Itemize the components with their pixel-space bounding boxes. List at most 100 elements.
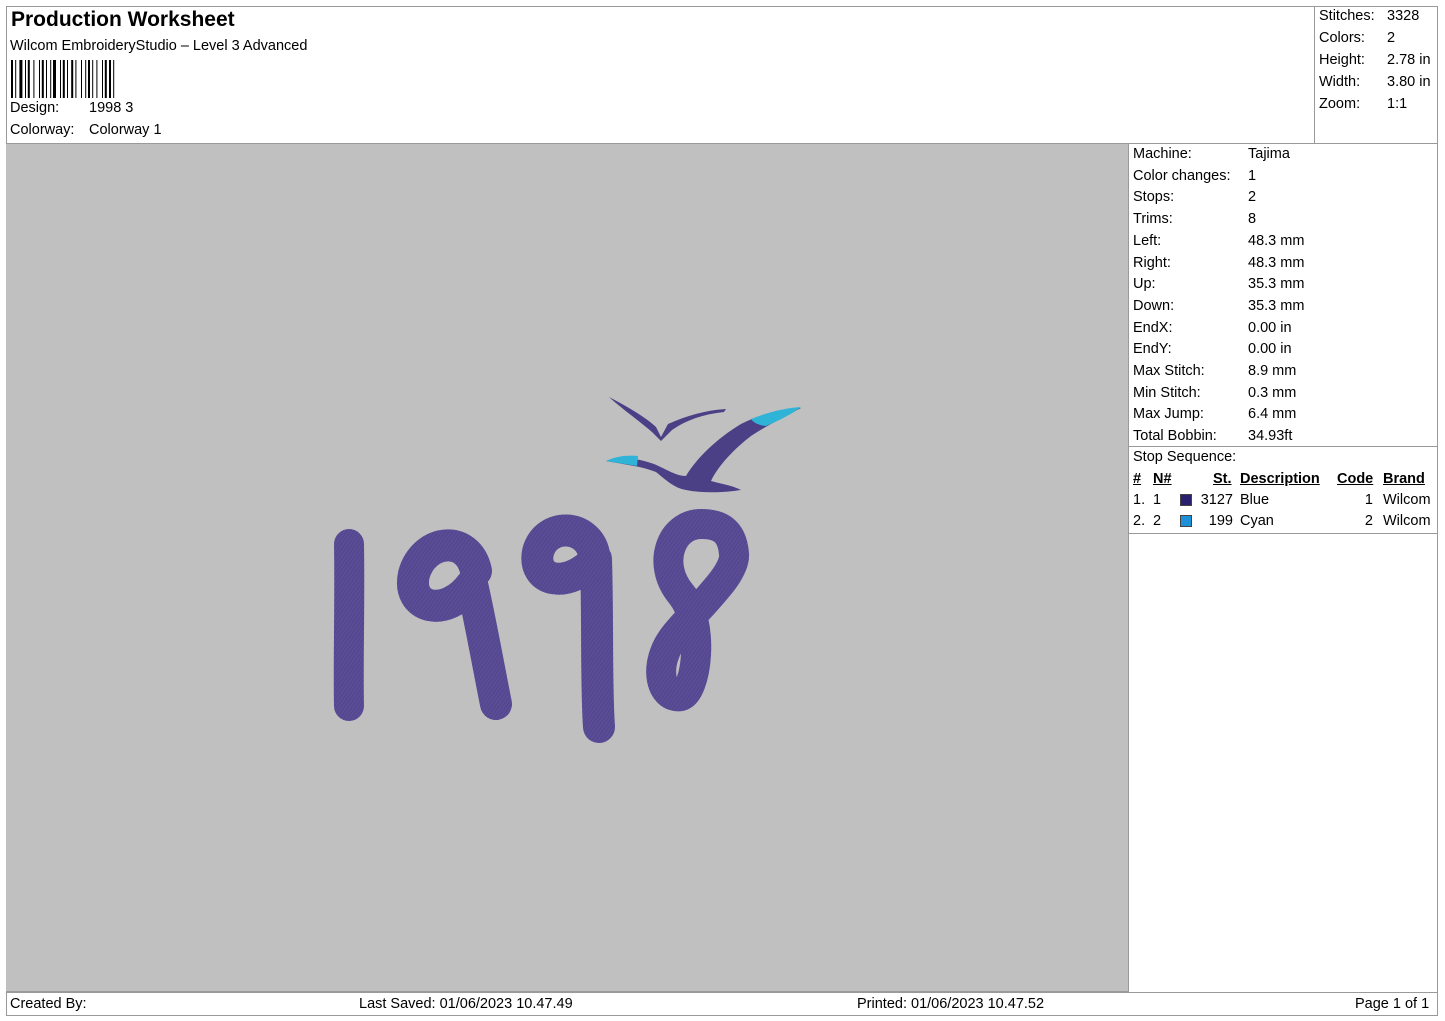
width-label: Width: <box>1319 74 1361 90</box>
seq-index: 2. <box>1133 513 1146 529</box>
seq-code: 1 <box>1364 492 1373 508</box>
machine-info-row: Down: 35.3 mm <box>1133 298 1304 314</box>
digit-nine-first <box>397 529 512 720</box>
info-value: 0.00 in <box>1248 341 1292 358</box>
col-index: # <box>1133 471 1142 487</box>
info-label: Up: <box>1133 276 1156 293</box>
created-by: Created By: <box>10 996 87 1012</box>
info-label: Right: <box>1133 254 1171 271</box>
worksheet-footer: Created By: Last Saved: 01/06/2023 10.47… <box>6 992 1438 1016</box>
info-value: 8 <box>1248 211 1257 228</box>
digit-eight <box>646 509 749 712</box>
colorway-label: Colorway: <box>10 122 75 138</box>
design-row: Design: 1998 3 <box>10 100 133 116</box>
info-value: 6.4 mm <box>1248 406 1297 423</box>
embroidery-design <box>333 397 801 743</box>
stop-sequence-title: Stop Sequence: <box>1133 449 1237 465</box>
digit-one <box>333 529 365 721</box>
info-label: Max Jump: <box>1133 406 1204 423</box>
info-label: Machine: <box>1133 146 1192 162</box>
width-value: 3.80 in <box>1387 74 1431 90</box>
zoom-row: Zoom: 1:1 <box>1319 96 1407 112</box>
info-value: 34.93ft <box>1248 428 1293 445</box>
info-value: 35.3 mm <box>1248 276 1305 293</box>
zoom-label: Zoom: <box>1319 96 1361 112</box>
info-label: Max Stitch: <box>1133 363 1205 379</box>
large-bird-wingtip <box>751 407 801 426</box>
info-value: 8.9 mm <box>1248 363 1297 379</box>
design-label: Design: <box>10 100 60 116</box>
machine-info-row: Up: 35.3 mm <box>1133 276 1304 292</box>
birds <box>606 397 801 493</box>
info-value: 35.3 mm <box>1248 297 1305 314</box>
info-label: Down: <box>1133 297 1175 314</box>
machine-info-row: Max Jump: 6.4 mm <box>1133 406 1296 422</box>
seq-stitches: 3127 <box>1200 492 1233 508</box>
machine-info-row: Trims: 8 <box>1133 211 1256 227</box>
info-label: EndX: <box>1133 319 1173 336</box>
machine-info-row: Right: 48.3 mm <box>1133 255 1304 271</box>
page-title: Production Worksheet <box>11 8 235 31</box>
machine-info-panel: Machine: Tajima Color changes: 1 Stops: 2 Trim… <box>1128 143 1438 992</box>
colors-value: 2 <box>1387 30 1396 46</box>
col-st: St. <box>1213 471 1232 487</box>
last-saved: Last Saved: 01/06/2023 10.47.49 <box>359 996 573 1012</box>
design-value: 1998 3 <box>89 100 134 116</box>
info-label: Left: <box>1133 232 1162 249</box>
width-row: Width: 3.80 in <box>1319 74 1431 90</box>
seq-stitches: 199 <box>1208 513 1233 529</box>
height-value: 2.78 in <box>1387 52 1431 68</box>
col-description: Description <box>1240 471 1320 487</box>
info-value: 0.00 in <box>1248 319 1292 336</box>
colorway-value: Colorway 1 <box>89 122 162 138</box>
info-value: 48.3 mm <box>1248 254 1305 271</box>
machine-info-row: Min Stitch: 0.3 mm <box>1133 385 1296 401</box>
machine-info-row: EndX: 0.00 in <box>1133 320 1292 336</box>
seq-n: 2 <box>1153 513 1162 529</box>
thread-color-swatch <box>1180 494 1192 506</box>
seq-code: 2 <box>1364 513 1373 529</box>
info-label: Total Bobbin: <box>1133 428 1217 445</box>
seq-index: 1. <box>1133 492 1146 508</box>
zoom-value: 1:1 <box>1387 96 1408 112</box>
col-n: N# <box>1153 471 1172 487</box>
page-number: Page 1 of 1 <box>1355 996 1430 1012</box>
stitches-value: 3328 <box>1387 8 1420 24</box>
info-value: 0.3 mm <box>1248 384 1297 401</box>
machine-info-row: Machine: Tajima <box>1133 146 1290 162</box>
colors-row: Colors: 2 <box>1319 30 1395 46</box>
info-label: Stops: <box>1133 189 1175 206</box>
info-value: 2 <box>1248 189 1257 206</box>
software-name: Wilcom EmbroideryStudio – Level 3 Advanc… <box>10 38 308 54</box>
large-bird-beak <box>606 455 638 466</box>
info-label: EndY: <box>1133 341 1172 358</box>
digit-nine-second <box>521 514 615 743</box>
section-divider <box>1129 533 1438 534</box>
small-bird <box>609 397 726 441</box>
machine-info-row: Max Stitch: 8.9 mm <box>1133 363 1296 379</box>
stitches-label: Stitches: <box>1319 8 1375 24</box>
colorway-row: Colorway: Colorway 1 <box>10 122 162 138</box>
machine-info-row: Left: 48.3 mm <box>1133 233 1304 249</box>
machine-info-row: EndY: 0.00 in <box>1133 341 1292 357</box>
section-divider <box>1129 446 1438 447</box>
height-label: Height: <box>1319 52 1365 68</box>
info-value: 48.3 mm <box>1248 232 1305 249</box>
seq-n: 1 <box>1153 492 1162 508</box>
info-label: Trims: <box>1133 211 1173 228</box>
seq-description: Cyan <box>1240 513 1274 529</box>
info-label: Color changes: <box>1133 167 1231 184</box>
thread-color-swatch <box>1180 515 1192 527</box>
machine-info-row: Color changes: 1 <box>1133 168 1256 184</box>
seq-brand: Wilcom <box>1383 513 1431 529</box>
height-row: Height: 2.78 in <box>1319 52 1431 68</box>
printed-date: Printed: 01/06/2023 10.47.52 <box>857 996 1045 1012</box>
barcode <box>11 60 115 98</box>
col-code: Code <box>1337 471 1374 487</box>
worksheet-header: Production Worksheet Wilcom EmbroiderySt… <box>6 6 1315 143</box>
col-brand: Brand <box>1383 471 1425 487</box>
machine-info-row: Stops: 2 <box>1133 189 1256 205</box>
design-preview <box>6 143 1128 992</box>
colors-label: Colors: <box>1319 30 1365 46</box>
stitches-row: Stitches: 3328 <box>1319 8 1419 24</box>
